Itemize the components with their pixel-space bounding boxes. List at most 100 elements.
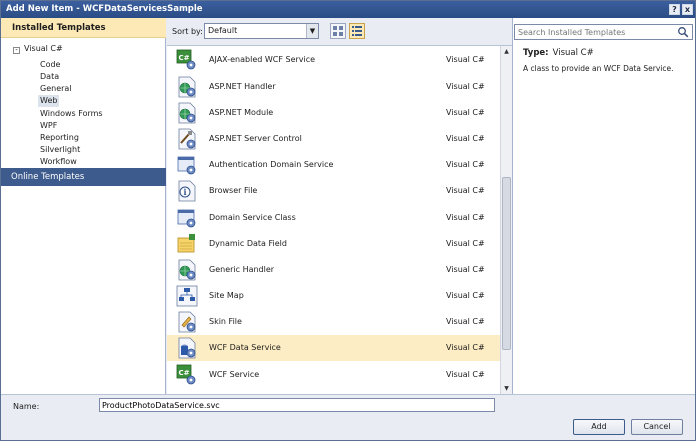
sort-by-select[interactable]: Default ▼ — [204, 23, 319, 39]
template-name: WCF Service — [209, 370, 260, 379]
search-box[interactable] — [514, 24, 693, 40]
add-button[interactable]: Add — [573, 419, 625, 435]
add-new-item-dialog: Add New Item - WCFDataServicesSample ? x… — [0, 0, 696, 441]
sort-by-label: Sort by: — [172, 27, 203, 36]
tree-item-wpf[interactable]: WPF — [38, 120, 59, 132]
cancel-button[interactable]: Cancel — [631, 419, 683, 435]
tree-item-silverlight[interactable]: Silverlight — [38, 144, 82, 156]
wcf-data-service-icon — [178, 337, 196, 359]
collapse-toggle-icon[interactable]: - — [13, 47, 20, 54]
template-language: Visual C# — [446, 239, 485, 248]
template-details-panel: Type:Visual C# A class to provide an WCF… — [512, 18, 695, 394]
template-item-generic-handler[interactable]: Generic Handler Visual C# — [167, 257, 500, 283]
template-language: Visual C# — [446, 213, 485, 222]
medium-icons-icon — [333, 26, 343, 36]
template-name: ASP.NET Handler — [209, 82, 276, 91]
domain-class-icon — [177, 209, 196, 228]
template-language: Visual C# — [446, 370, 485, 379]
close-button[interactable]: x — [682, 4, 693, 15]
svg-text:C#: C# — [179, 54, 190, 62]
list-view-icon — [352, 26, 362, 36]
template-name: AJAX-enabled WCF Service — [209, 55, 316, 64]
list-view-button[interactable] — [349, 23, 365, 39]
wcf-icon: C# — [176, 49, 196, 70]
search-icon[interactable] — [677, 26, 689, 38]
window-title: Add New Item - WCFDataServicesSample — [6, 4, 203, 14]
list-toolbar: Sort by: Default ▼ — [167, 18, 506, 45]
template-name: WCF Data Service — [209, 343, 281, 352]
template-language: Visual C# — [446, 343, 485, 352]
module-icon — [178, 102, 196, 124]
sort-by-value: Default — [208, 26, 238, 35]
template-item-ajax-enabled-wcf-service[interactable]: C# AJAX-enabled WCF Service Visual C# — [167, 47, 500, 73]
type-label: Type: — [523, 48, 549, 58]
svg-text:C#: C# — [179, 369, 190, 377]
medium-icons-view-button[interactable] — [330, 23, 346, 39]
tree-item-code[interactable]: Code — [38, 59, 62, 71]
tree-item-general[interactable]: General — [38, 83, 74, 95]
template-name: Authentication Domain Service — [209, 160, 334, 169]
help-button[interactable]: ? — [669, 4, 680, 15]
template-name: Domain Service Class — [209, 213, 296, 222]
template-item-browser-file[interactable]: i Browser File Visual C# — [167, 178, 500, 204]
type-value: Visual C# — [552, 48, 594, 58]
server-control-icon — [178, 128, 196, 150]
template-item-asp-net-module[interactable]: ASP.NET Module Visual C# — [167, 100, 500, 126]
dynamic-data-icon — [177, 234, 195, 253]
template-item-skin-file[interactable]: Skin File Visual C# — [167, 309, 500, 335]
template-language: Visual C# — [446, 55, 485, 64]
template-description: A class to provide an WCF Data Service. — [523, 64, 674, 73]
generic-handler-icon — [178, 259, 196, 281]
scroll-up-icon[interactable]: ▲ — [501, 46, 512, 57]
template-categories-panel: Installed Templates - Visual C# Code Data G… — [1, 18, 166, 394]
template-item-wcf-data-service[interactable]: WCF Data Service Visual C# — [167, 335, 500, 361]
tree-item-web[interactable]: Web — [38, 95, 60, 107]
template-item-asp-net-server-control[interactable]: ASP.NET Server Control Visual C# — [167, 126, 500, 152]
skin-file-icon — [178, 311, 196, 333]
handler-icon — [178, 76, 196, 98]
template-name: Dynamic Data Field — [209, 239, 287, 248]
domain-service-icon — [177, 156, 196, 175]
template-name: ASP.NET Module — [209, 108, 274, 117]
template-language: Visual C# — [446, 186, 485, 195]
name-label: Name: — [13, 402, 40, 411]
template-type: Type: Visual C# — [523, 48, 594, 58]
site-map-icon — [176, 285, 198, 307]
template-item-asp-net-handler[interactable]: ASP.NET Handler Visual C# — [167, 74, 500, 100]
template-name: ASP.NET Server Control — [209, 134, 302, 143]
tree-root-label: Visual C# — [24, 44, 63, 53]
scroll-down-icon[interactable]: ▼ — [501, 383, 512, 394]
template-language: Visual C# — [446, 108, 485, 117]
scrollbar-thumb[interactable] — [502, 177, 511, 350]
template-language: Visual C# — [446, 134, 485, 143]
template-item-dynamic-data-field[interactable]: Dynamic Data Field Visual C# — [167, 231, 500, 257]
title-bar: Add New Item - WCFDataServicesSample ? x — [1, 1, 695, 18]
template-item-wcf-service[interactable]: C# WCF Service Visual C# — [167, 362, 500, 388]
template-language: Visual C# — [446, 317, 485, 326]
template-item-domain-service-class[interactable]: Domain Service Class Visual C# — [167, 205, 500, 231]
template-language: Visual C# — [446, 82, 485, 91]
template-list: C# AJAX-enabled WCF Service Visual C# ASP.N… — [167, 45, 512, 394]
tree-root-visual-csharp[interactable]: - Visual C# — [13, 44, 63, 54]
wcf-service-icon: C# — [176, 364, 196, 385]
tree-item-workflow[interactable]: Workflow — [38, 156, 79, 168]
template-item-authentication-domain-service[interactable]: Authentication Domain Service Visual C# — [167, 152, 500, 178]
search-input[interactable] — [515, 25, 675, 39]
dialog-footer: Name: Add Cancel — [1, 394, 695, 440]
template-language: Visual C# — [446, 160, 485, 169]
name-input[interactable] — [99, 398, 495, 412]
online-templates-header[interactable]: Online Templates — [1, 168, 166, 186]
browser-file-icon: i — [178, 180, 196, 202]
tree-item-windows-forms[interactable]: Windows Forms — [38, 108, 105, 120]
template-name: Site Map — [209, 291, 244, 300]
tree-item-data[interactable]: Data — [38, 71, 61, 83]
dropdown-arrow-icon[interactable]: ▼ — [306, 24, 318, 38]
template-language: Visual C# — [446, 291, 485, 300]
installed-templates-header[interactable]: Installed Templates — [1, 18, 166, 38]
tree-item-reporting[interactable]: Reporting — [38, 132, 81, 144]
template-name: Generic Handler — [209, 265, 275, 274]
list-scrollbar[interactable]: ▲ ▼ — [500, 46, 512, 394]
svg-text:i: i — [184, 187, 187, 197]
template-item-site-map[interactable]: Site Map Visual C# — [167, 283, 500, 309]
template-name: Skin File — [209, 317, 242, 326]
